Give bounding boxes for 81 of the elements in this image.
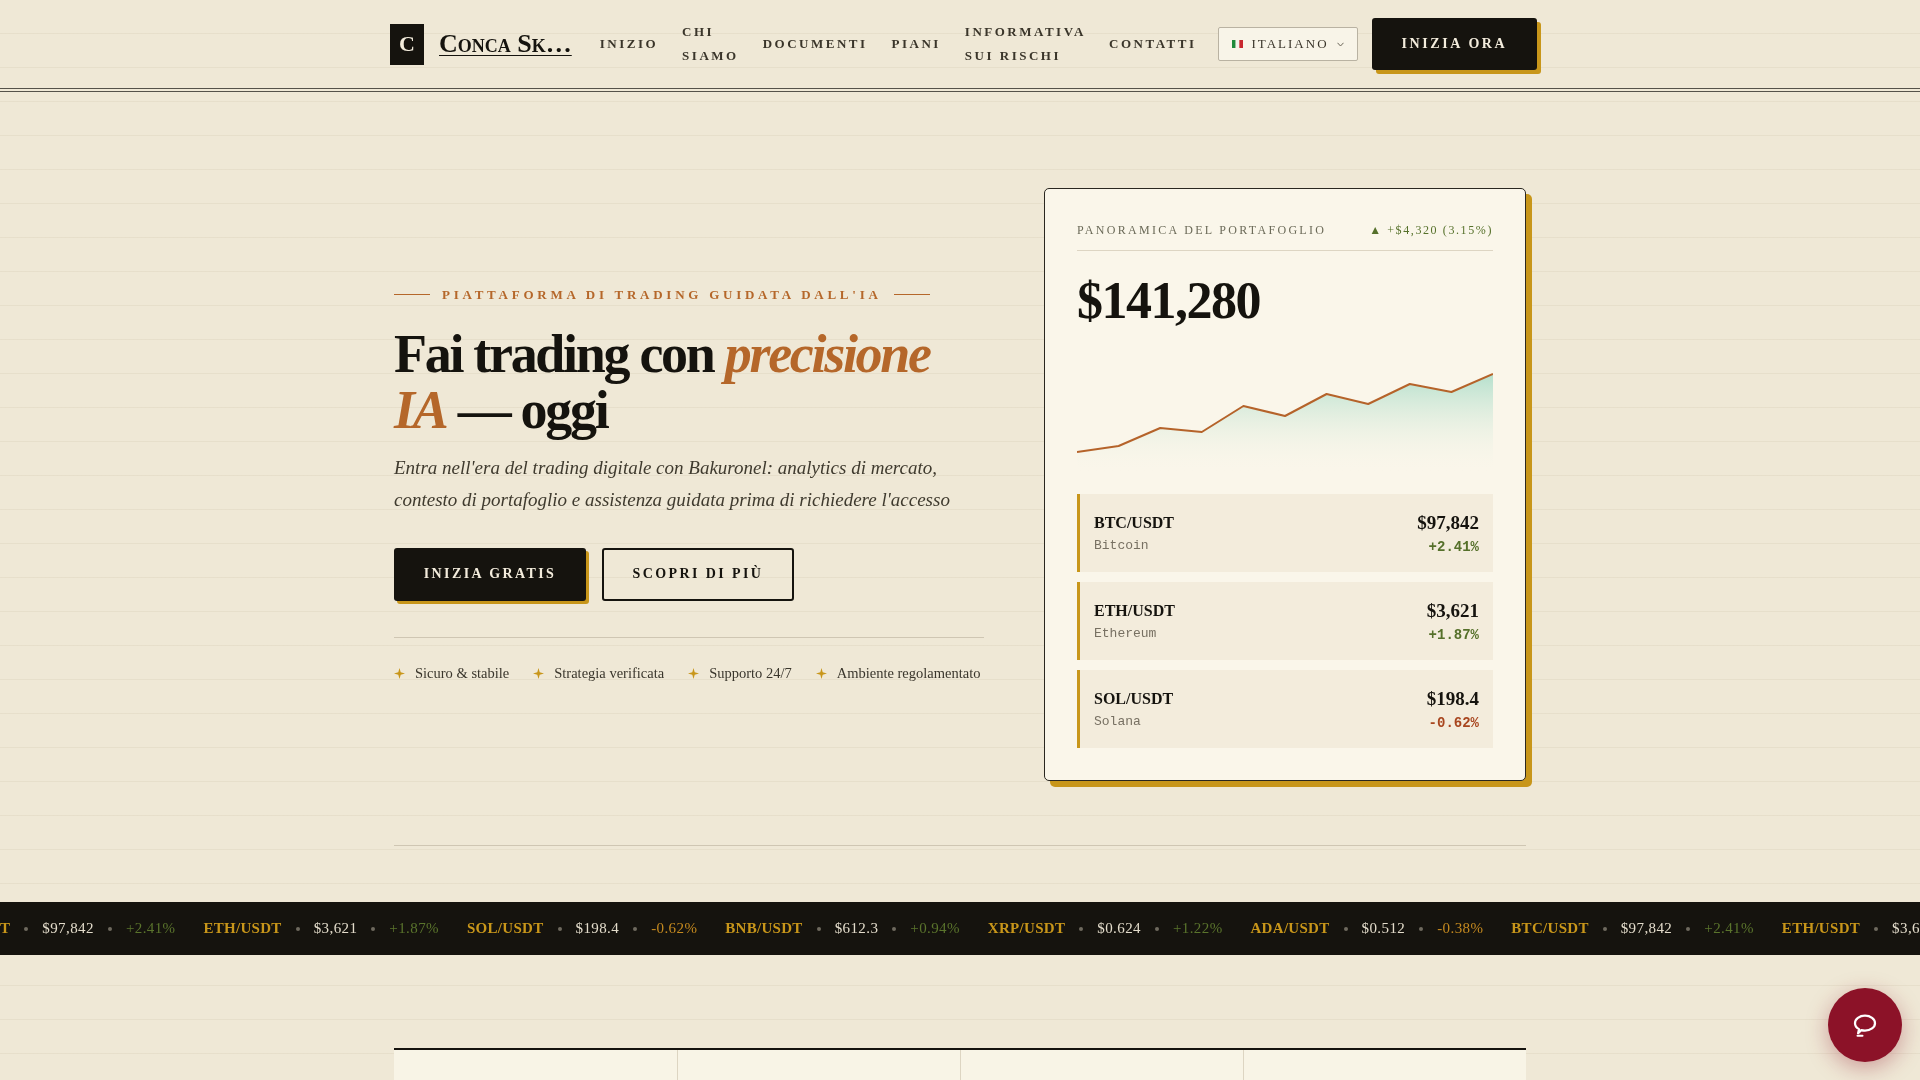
separator-dot-icon [24,926,29,931]
sparkle-icon [815,668,827,679]
separator-dot-icon [633,926,638,931]
asset-name: Ethereum [1094,625,1158,642]
sparkle-icon [533,668,545,679]
separator-dot-icon [1602,926,1607,931]
ticker-price: $0.512 [1361,920,1406,937]
separator-dot-icon [892,926,897,931]
nav-link[interactable]: INIZIO [599,32,659,56]
portfolio-change: ▲ +$4,320 (3.15%) [1369,222,1493,238]
ticker-change: +0.94% [910,920,960,937]
nav-link[interactable]: CHI SIAMO [682,20,739,68]
separator-dot-icon [557,926,562,931]
logo-mark[interactable]: C [390,23,424,65]
feature-text: Strategia verificata [554,665,665,682]
feature-text: Sicuro & stabile [415,665,510,682]
ticker-pair: T [0,920,11,937]
asset-change: -0.62% [1428,713,1479,732]
asset-pair: SOL/USDT [1094,688,1174,709]
ticker-pair: BNB/USDT [725,920,803,937]
separator-dot-icon [1343,926,1348,931]
ticker-pair: ADA/USDT [1250,920,1330,937]
ticker-change: +2.41% [1704,920,1754,937]
asset-name: Bitcoin [1094,537,1150,554]
language-selector[interactable]: ITALIANO [1218,27,1358,61]
separator-dot-icon [1419,926,1424,931]
asset-row[interactable]: ETH/USDT Ethereum $3,621 +1.87% [1077,582,1493,660]
sparkle-icon [688,668,700,679]
feature-text: Ambiente regolamentato [836,665,981,682]
asset-name: Solana [1094,713,1142,730]
separator-dot-icon [1686,926,1691,931]
hero-subtitle: Entra nell'era del trading digitale con Bakuronel: analytics di mercato, contesto di portafoglio e assistenza guidata prima di richiedere l'accesso [394,455,951,512]
ticker-change: -0.62% [651,920,698,937]
ticker-price: $198.4 [575,920,620,937]
eyebrow-text: PIATTAFORMA DI TRADING GUIDATA DALL'IA [442,286,882,303]
separator-dot-icon [816,926,821,931]
ticker-change: +2.41% [125,920,176,937]
feature-text: Supporto 24/7 [709,665,792,682]
separator-dot-icon [1874,926,1879,931]
ticker-change: +1.87% [389,920,439,937]
asset-row[interactable]: BTC/USDT Bitcoin $97,842 +2.41% [1077,494,1493,572]
hero-headline: Fai trading con precisione IA — oggi [394,325,932,438]
chat-button[interactable] [1828,988,1902,1062]
separator-dot-icon [295,926,300,931]
brand-name[interactable]: Conca Sk… [439,29,572,59]
portfolio-total: $141,280 [1077,271,1261,331]
asset-pair: ETH/USDT [1094,600,1175,621]
separator-dot-icon [1154,926,1159,931]
nav-link[interactable]: INFORMATIVA SUI RISCHI [964,20,1086,68]
ticker-pair: XRP/USDT [987,920,1066,937]
asset-price: $97,842 [1417,510,1479,535]
asset-pair: BTC/USDT [1094,512,1175,533]
ticker-change: -0.38% [1437,920,1484,937]
separator-dot-icon [107,926,112,931]
nav-link[interactable]: CONTATTI [1109,32,1197,56]
asset-row[interactable]: SOL/USDT Solana $198.4 -0.62% [1077,670,1493,748]
ticker-pair: SOL/USDT [466,920,544,937]
asset-change: +2.41% [1428,537,1479,556]
ticker-price: $0.624 [1097,920,1141,937]
nav-link[interactable]: PIANI [891,32,941,56]
separator-dot-icon [371,926,376,931]
ticker-price: $3,621 [313,920,358,937]
ticker-pair: ETH/USDT [1781,920,1861,937]
chevron-down-icon [1336,41,1344,47]
primary-button[interactable]: INIZIA GRATIS [394,547,586,601]
card-title: PANORAMICA DEL PORTAFOGLIO [1077,222,1327,238]
ticker-price: $612.3 [834,920,879,937]
flag-icon [1232,40,1244,48]
ticker-price: $97,842 [1620,920,1673,937]
sparkle-icon [394,668,405,679]
ticker-change: +1.22% [1172,920,1223,937]
asset-price: $3,621 [1426,598,1479,623]
ticker-pair: ETH/USDT [203,920,282,937]
ticker-pair: BTC/USDT [1511,920,1589,937]
asset-change: +1.87% [1428,625,1479,644]
ticker-price: $3,6 [1892,920,1920,937]
separator-dot-icon [1079,926,1084,931]
ticker-price: $97,842 [42,920,94,937]
secondary-button[interactable]: SCOPRI DI PIÙ [602,547,794,601]
asset-price: $198.4 [1426,686,1479,711]
nav-link[interactable]: DOCUMENTI [762,32,868,56]
